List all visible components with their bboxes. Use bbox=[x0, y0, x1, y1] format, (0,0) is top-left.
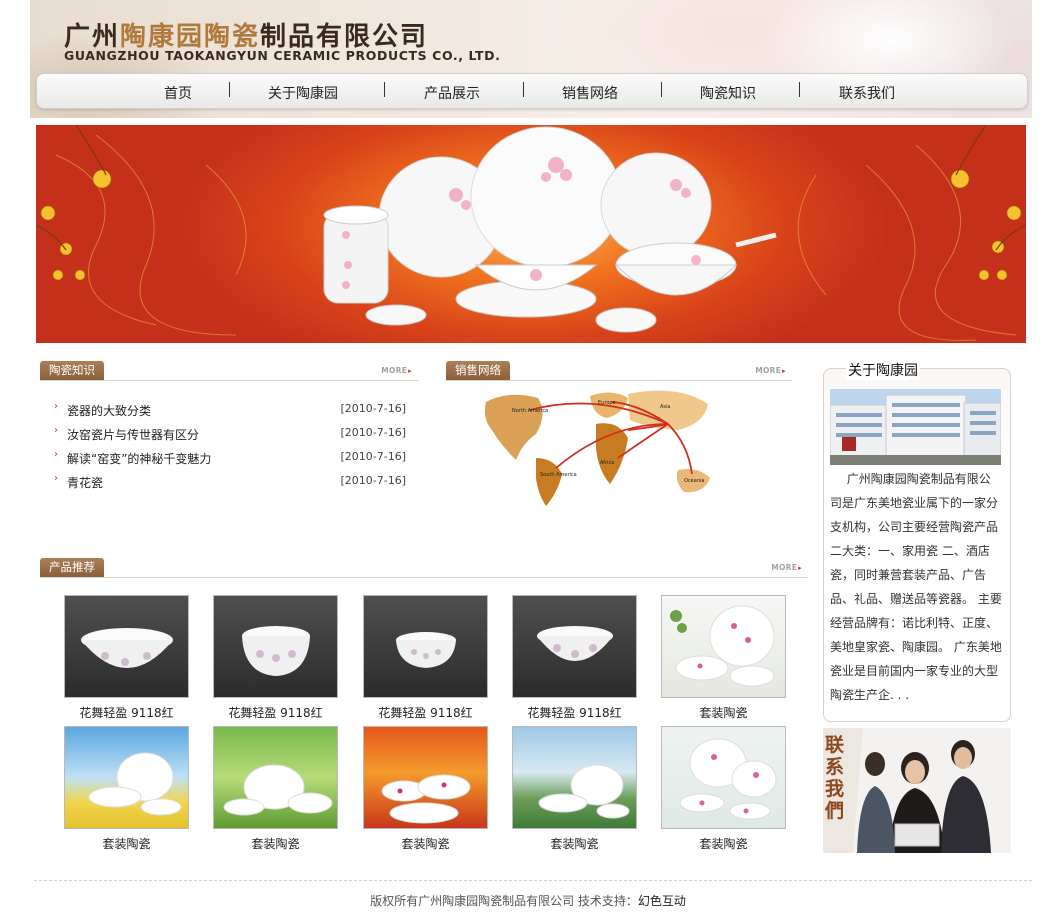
nav-sales-network[interactable]: 销售网络 bbox=[562, 83, 618, 103]
about-title[interactable]: 关于陶康园 bbox=[846, 360, 920, 380]
product-caption[interactable]: 套装陶瓷 bbox=[661, 835, 786, 852]
knowledge-more-link[interactable]: MORE bbox=[381, 366, 412, 375]
knowledge-section-title: 陶瓷知识 bbox=[40, 361, 104, 380]
product-caption[interactable]: 花舞轻盈 9118红 bbox=[213, 704, 338, 721]
product-card[interactable]: 套装陶瓷 bbox=[213, 726, 338, 852]
site-header: 广州陶康园陶瓷制品有限公司 GUANGZHOU TAOKANGYUN CERAM… bbox=[30, 0, 1032, 118]
banner-tableware-image bbox=[36, 125, 1026, 341]
nav-knowledge[interactable]: 陶瓷知识 bbox=[700, 83, 756, 103]
knowledge-list: › 瓷器的大致分类 [2010-7-16] › 汝窑瓷片与传世器有区分 [201… bbox=[54, 400, 406, 496]
product-image[interactable] bbox=[64, 595, 189, 698]
region-label: Oceania bbox=[684, 478, 704, 484]
about-panel: 关于陶康园 广州陶康园陶瓷制品有限公司是广东美地瓷业属下的一家分支机构，公司主要… bbox=[823, 360, 1011, 722]
news-date: [2010-7-16] bbox=[340, 450, 406, 463]
product-image[interactable] bbox=[661, 726, 786, 829]
product-caption[interactable]: 花舞轻盈 9118红 bbox=[363, 704, 488, 721]
product-card[interactable]: 套装陶瓷 bbox=[661, 726, 786, 852]
nav-products[interactable]: 产品展示 bbox=[424, 83, 480, 103]
footer: 版权所有广州陶康园陶瓷制品有限公司 技术支持：幻色互动 bbox=[0, 892, 1056, 909]
product-card[interactable]: 花舞轻盈 9118红 bbox=[512, 595, 637, 721]
nav-home[interactable]: 首页 bbox=[164, 83, 192, 103]
region-label: South America bbox=[540, 472, 577, 478]
bullet-arrow-icon: › bbox=[54, 473, 58, 484]
news-title[interactable]: 解读“窑变”的神秘千变魅力 bbox=[67, 450, 211, 467]
product-image[interactable] bbox=[512, 726, 637, 829]
news-date: [2010-7-16] bbox=[340, 474, 406, 487]
main-nav: 首页 关于陶康园 产品展示 销售网络 陶瓷知识 联系我们 bbox=[36, 73, 1028, 109]
copyright-text: 版权所有广州陶康园陶瓷制品有限公司 技术支持： bbox=[370, 894, 638, 908]
product-card[interactable]: 花舞轻盈 9118红 bbox=[213, 595, 338, 721]
product-image[interactable] bbox=[213, 595, 338, 698]
tech-support-link[interactable]: 幻色互动 bbox=[638, 894, 686, 908]
nav-separator bbox=[229, 82, 230, 97]
product-card[interactable]: 花舞轻盈 9118红 bbox=[64, 595, 189, 721]
product-image[interactable] bbox=[512, 595, 637, 698]
news-date: [2010-7-16] bbox=[340, 426, 406, 439]
news-date: [2010-7-16] bbox=[340, 402, 406, 415]
region-label: North America bbox=[512, 408, 548, 414]
region-label: Africa bbox=[600, 460, 614, 466]
network-section-title: 销售网络 bbox=[446, 361, 510, 380]
contact-label-text: 联系我們 bbox=[825, 734, 845, 822]
list-item[interactable]: › 青花瓷 [2010-7-16] bbox=[54, 472, 406, 496]
nav-separator bbox=[523, 82, 524, 97]
product-caption[interactable]: 套装陶瓷 bbox=[661, 704, 786, 721]
about-description: 广州陶康园陶瓷制品有限公司是广东美地瓷业属下的一家分支机构，公司主要经营陶瓷产品… bbox=[830, 472, 1002, 702]
nav-about[interactable]: 关于陶康园 bbox=[268, 83, 338, 103]
product-image[interactable] bbox=[64, 726, 189, 829]
news-title[interactable]: 瓷器的大致分类 bbox=[67, 402, 151, 419]
nav-separator bbox=[384, 82, 385, 97]
hero-banner bbox=[36, 125, 1026, 343]
product-caption[interactable]: 套装陶瓷 bbox=[363, 835, 488, 852]
product-card[interactable]: 套装陶瓷 bbox=[661, 595, 786, 721]
products-section-title: 产品推荐 bbox=[40, 558, 104, 577]
network-more-link[interactable]: MORE bbox=[755, 366, 786, 375]
nav-contact[interactable]: 联系我们 bbox=[839, 83, 895, 103]
list-item[interactable]: › 汝窑瓷片与传世器有区分 [2010-7-16] bbox=[54, 424, 406, 448]
product-card[interactable]: 花舞轻盈 9118红 bbox=[363, 595, 488, 721]
products-more-link[interactable]: MORE bbox=[771, 563, 802, 572]
world-sales-map[interactable]: North America Europe Asia South America … bbox=[478, 384, 728, 510]
product-caption[interactable]: 套装陶瓷 bbox=[213, 835, 338, 852]
product-caption[interactable]: 套装陶瓷 bbox=[64, 835, 189, 852]
product-card[interactable]: 套装陶瓷 bbox=[363, 726, 488, 852]
product-image[interactable] bbox=[363, 726, 488, 829]
list-item[interactable]: › 瓷器的大致分类 [2010-7-16] bbox=[54, 400, 406, 424]
product-caption[interactable]: 花舞轻盈 9118红 bbox=[512, 704, 637, 721]
product-card[interactable]: 套装陶瓷 bbox=[64, 726, 189, 852]
nav-separator bbox=[661, 82, 662, 97]
region-label: Asia bbox=[660, 404, 670, 410]
company-logo-en: GUANGZHOU TAOKANGYUN CERAMIC PRODUCTS CO… bbox=[64, 48, 501, 63]
list-item[interactable]: › 解读“窑变”的神秘千变魅力 [2010-7-16] bbox=[54, 448, 406, 472]
company-building-photo[interactable] bbox=[830, 389, 1001, 465]
footer-divider bbox=[34, 880, 1032, 881]
product-card[interactable]: 套装陶瓷 bbox=[512, 726, 637, 852]
bullet-arrow-icon: › bbox=[54, 425, 58, 436]
product-image[interactable] bbox=[661, 595, 786, 698]
region-label: Europe bbox=[598, 400, 616, 406]
contact-us-banner[interactable]: 联系我們 bbox=[823, 728, 1011, 853]
product-image[interactable] bbox=[213, 726, 338, 829]
products-section-header: 产品推荐 MORE bbox=[40, 557, 808, 578]
nav-separator bbox=[799, 82, 800, 97]
product-caption[interactable]: 套装陶瓷 bbox=[512, 835, 637, 852]
news-title[interactable]: 青花瓷 bbox=[67, 474, 103, 491]
news-title[interactable]: 汝窑瓷片与传世器有区分 bbox=[67, 426, 199, 443]
product-caption[interactable]: 花舞轻盈 9118红 bbox=[64, 704, 189, 721]
product-image[interactable] bbox=[363, 595, 488, 698]
network-section-header: 销售网络 MORE bbox=[446, 360, 792, 381]
knowledge-section-header: 陶瓷知识 MORE bbox=[40, 360, 418, 381]
bullet-arrow-icon: › bbox=[54, 401, 58, 412]
bullet-arrow-icon: › bbox=[54, 449, 58, 460]
